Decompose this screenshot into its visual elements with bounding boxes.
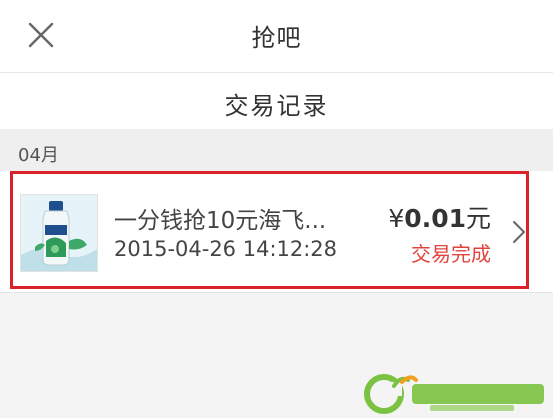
amount-unit: 元 (465, 204, 491, 233)
watermark-logo (360, 372, 548, 414)
row-chevron[interactable] (511, 218, 527, 246)
page-title: 交易记录 (224, 92, 329, 120)
cr173-logo-icon (364, 374, 544, 414)
chevron-right-icon (513, 221, 525, 243)
amount-value: 0.01 (404, 204, 466, 233)
product-name: 一分钱抢10元海飞... (114, 208, 327, 234)
app-title: 抢吧 (251, 24, 302, 52)
top-bar: 抢吧 (0, 0, 553, 73)
row-divider (0, 292, 553, 293)
status-badge: 交易完成 (411, 242, 491, 266)
currency-symbol: ¥ (388, 204, 405, 233)
product-thumbnail (20, 194, 98, 272)
page-subheader: 交易记录 (0, 73, 553, 129)
month-section-header: 04月 (0, 129, 553, 171)
transaction-time: 2015-04-26 14:12:28 (114, 237, 338, 261)
transaction-amount: ¥0.01元 (388, 199, 491, 235)
month-label: 04月 (18, 145, 59, 166)
transaction-record-row[interactable]: 一分钱抢10元海飞... 2015-04-26 14:12:28 ¥0.01元 … (0, 171, 553, 292)
shampoo-bottle-image (21, 195, 97, 271)
